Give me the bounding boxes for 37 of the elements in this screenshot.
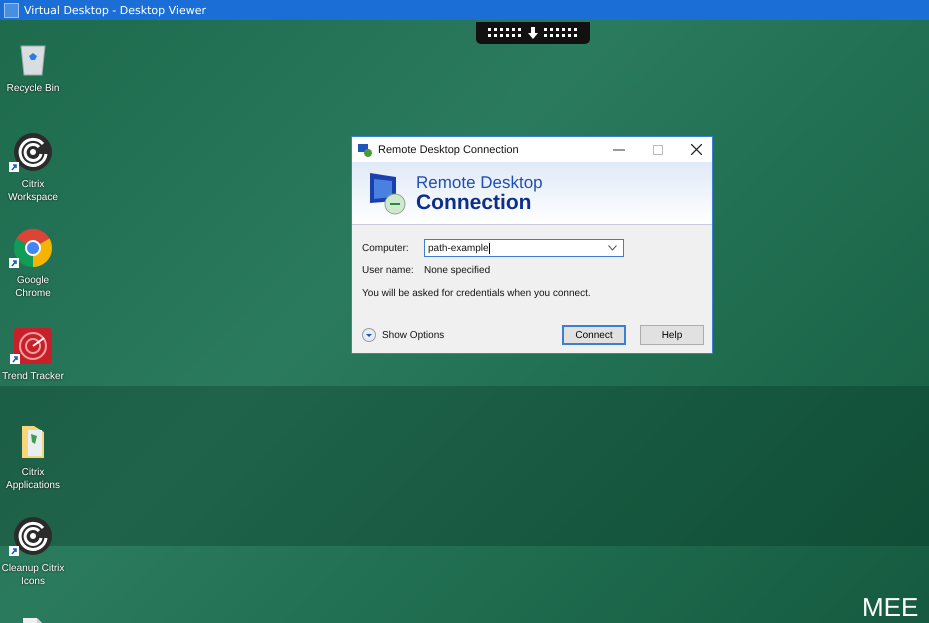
computer-label: Computer: xyxy=(362,242,410,254)
desktop-icon-label[interactable]: Recycle Bin xyxy=(1,82,65,95)
dialog-button[interactable]: Help xyxy=(640,325,704,345)
remote-desktop-icon xyxy=(358,142,372,156)
wallpaper-logo-text: MEE xyxy=(862,594,918,620)
desktop-icon-label[interactable]: Citrix Workspace xyxy=(1,178,65,204)
desktop-icon-label[interactable]: Google Chrome xyxy=(1,274,65,300)
computer-combo-field[interactable]: path-example xyxy=(424,239,624,257)
window-icon xyxy=(4,2,19,18)
dotted-grip-icon xyxy=(488,28,522,38)
window-title: Virtual Desktop - Desktop Viewer xyxy=(24,4,206,16)
dialog-button[interactable]: Connect xyxy=(562,325,626,345)
credentials-note: You will be asked for credentials when you connect. xyxy=(362,288,592,299)
dropdown-chevron-icon[interactable] xyxy=(608,245,617,251)
desktop-icon-label[interactable]: Trend Tracker xyxy=(1,370,65,383)
folder-icon[interactable] xyxy=(20,424,46,460)
banner-subtitle: Connection xyxy=(416,192,532,214)
desktop-icon-label[interactable]: Citrix Applications xyxy=(1,466,65,492)
desktop-icon-label[interactable]: Cleanup Citrix Icons xyxy=(1,562,65,588)
spiral-disc-icon[interactable] xyxy=(13,132,53,172)
down-arrow-icon[interactable] xyxy=(528,27,538,39)
user-name-label: User name: xyxy=(362,265,415,276)
banner-title: Remote Desktop xyxy=(416,172,543,192)
browser-icon[interactable] xyxy=(13,228,53,268)
show-options-link[interactable]: Show Options xyxy=(382,330,444,340)
dotted-grip-icon xyxy=(544,28,578,38)
dialog-title: Remote Desktop Connection xyxy=(378,144,519,156)
shortcut-arrow-icon xyxy=(10,354,20,364)
radar-icon[interactable] xyxy=(14,328,52,364)
spiral-disc-icon[interactable] xyxy=(13,516,53,556)
shortcut-arrow-icon xyxy=(9,546,19,556)
user-name-value: None specified xyxy=(424,265,490,276)
shortcut-arrow-icon xyxy=(9,162,19,172)
close-icon[interactable] xyxy=(691,144,702,155)
shortcut-arrow-icon xyxy=(9,258,19,268)
expand-circle-icon[interactable] xyxy=(362,328,376,342)
connection-bar[interactable] xyxy=(476,22,590,44)
